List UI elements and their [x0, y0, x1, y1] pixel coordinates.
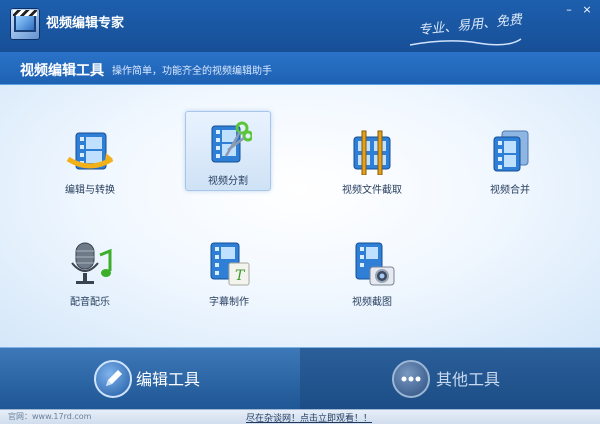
website-text: 官网：www.17rd.com — [8, 412, 92, 421]
tool-label: 字幕制作 — [209, 297, 249, 308]
tool-label: 编辑与转换 — [65, 185, 115, 196]
tool-label: 视频截图 — [352, 297, 392, 308]
section-header: 视频编辑工具 操作简单，功能齐全的视频编辑助手 — [0, 52, 600, 85]
close-button[interactable]: × — [580, 4, 594, 16]
film-camera-icon — [355, 242, 395, 286]
dots-icon — [392, 360, 430, 398]
tool-subtitle-make[interactable]: T 字幕制作 — [187, 233, 271, 313]
section-subtitle: 操作简单，功能齐全的视频编辑助手 — [112, 66, 272, 77]
status-bar: 官网：www.17rd.com 尽在杂谈网！点击立即观看！！ — [0, 409, 600, 424]
tool-label: 视频文件截取 — [342, 185, 402, 196]
slogan-swoosh — [409, 38, 522, 46]
film-trim-icon — [353, 130, 391, 175]
tool-panel: 编辑与转换 视频分割 视频文件截取 视频合并 配音配乐 T 字幕制作 视频截图 — [0, 85, 600, 347]
app-title: 视频编辑专家 — [46, 16, 125, 31]
tool-video-split[interactable]: 视频分割 — [185, 111, 271, 191]
app-window: 视频编辑专家 专业、易用、免费 – × 视频编辑工具 操作简单，功能齐全的视频编… — [0, 0, 600, 424]
tool-label: 视频合并 — [490, 185, 530, 196]
bottom-tab-bar: 编辑工具 其他工具 — [0, 347, 600, 410]
microphone-music-icon — [71, 242, 112, 284]
film-scissors-icon — [211, 121, 252, 163]
tab-label: 编辑工具 — [136, 370, 201, 389]
title-bar[interactable]: 视频编辑专家 专业、易用、免费 – × — [0, 0, 600, 52]
tab-edit-tools[interactable]: 编辑工具 — [0, 348, 300, 410]
tool-edit-convert[interactable]: 编辑与转换 — [48, 121, 132, 201]
pencil-icon — [94, 360, 132, 398]
tool-video-screenshot[interactable]: 视频截图 — [330, 233, 414, 313]
section-title: 视频编辑工具 — [20, 63, 104, 79]
film-subtitle-icon: T — [210, 242, 250, 286]
slogan: 专业、易用、免费 — [417, 12, 523, 39]
minimize-button[interactable]: – — [562, 4, 576, 16]
promo-link[interactable]: 尽在杂谈网！点击立即观看！！ — [246, 411, 372, 424]
tool-dubbing-music[interactable]: 配音配乐 — [48, 233, 132, 313]
tab-other-tools[interactable]: 其他工具 — [300, 348, 600, 410]
tool-label: 视频分割 — [208, 176, 248, 187]
app-logo-icon — [10, 8, 40, 40]
film-convert-icon — [66, 132, 114, 170]
tool-label: 配音配乐 — [70, 297, 110, 308]
tab-label: 其他工具 — [436, 370, 501, 389]
tool-video-merge[interactable]: 视频合并 — [468, 121, 552, 201]
tool-video-trim[interactable]: 视频文件截取 — [330, 121, 414, 201]
film-merge-icon — [493, 130, 529, 172]
